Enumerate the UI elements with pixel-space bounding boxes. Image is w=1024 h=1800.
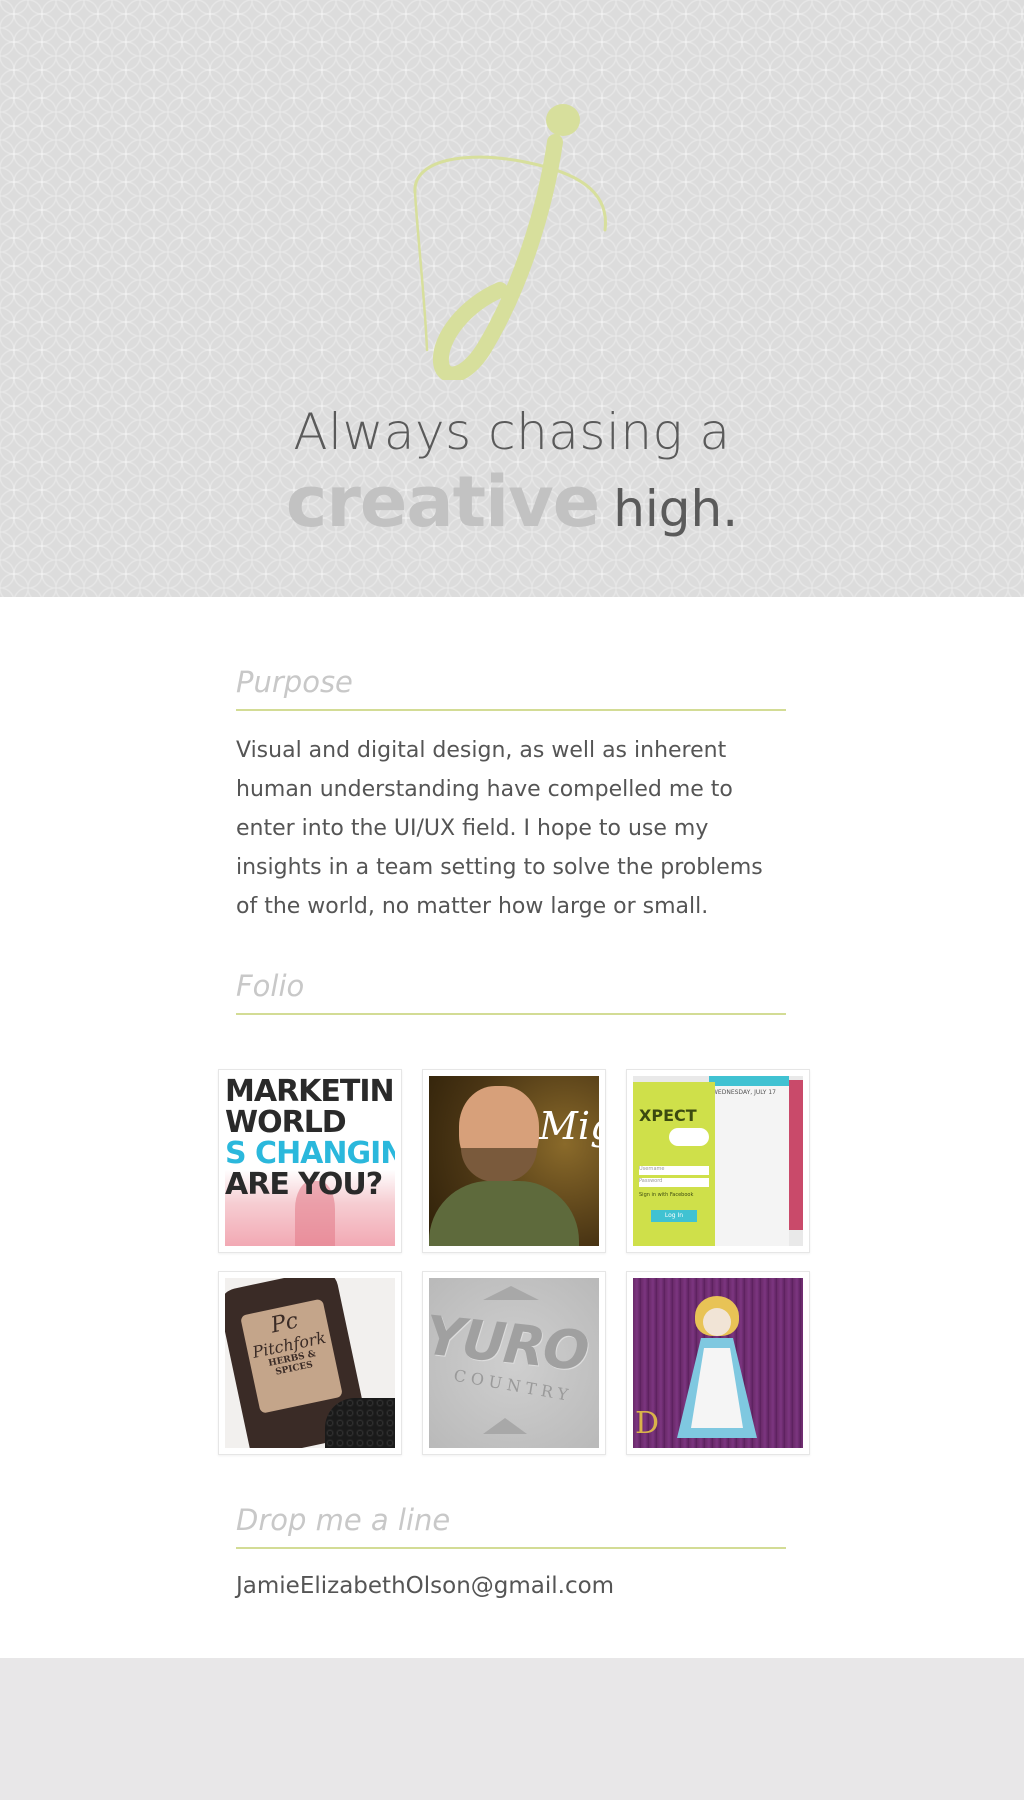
folio-item-pitchfork[interactable]: Pc Pitchfork HERBS & SPICES <box>218 1271 402 1455</box>
xpect-username: Username <box>639 1166 709 1175</box>
purpose-body: Visual and digital design, as well as in… <box>236 738 763 919</box>
yuro-wordmark: YURO <box>429 1303 591 1384</box>
marketing-thumbnail: MARKETING WORLD S CHANGING ARE YOU? <box>225 1076 395 1246</box>
cloud-shape <box>669 1128 709 1146</box>
marketing-line-2: WORLD <box>225 1105 347 1140</box>
hero-banner: Always chasing a creative high. <box>0 0 1024 597</box>
portrait-shirt <box>429 1181 579 1246</box>
marketing-line-1: MARKETING <box>225 1076 395 1109</box>
folio-item-alice[interactable]: D <box>626 1271 810 1455</box>
xpect-front-screen: XPECT Username Password Sign in with Fac… <box>633 1082 715 1246</box>
footer <box>0 1658 1024 1800</box>
xpect-facebook-link: Sign in with Facebook <box>639 1192 694 1198</box>
jar-label: Pc Pitchfork HERBS & SPICES <box>240 1298 344 1414</box>
folio-item-yuro[interactable]: YURO COUNTRY <box>422 1271 606 1455</box>
contact-heading: Drop me a line <box>236 1503 786 1549</box>
tagline-line-1: Always chasing a <box>293 403 731 461</box>
script-j-logo <box>413 104 607 380</box>
main-content: Purpose Visual and digital design, as we… <box>0 597 1024 1658</box>
folio-item-xpect[interactable]: WEDNESDAY, JULY 17 XPECT Username Passwo… <box>626 1069 810 1253</box>
xpect-thumbnail: WEDNESDAY, JULY 17 XPECT Username Passwo… <box>633 1076 803 1246</box>
xpect-brand: XPECT <box>639 1106 697 1125</box>
tagline-rest: high. <box>613 480 739 538</box>
portrait-thumbnail: Mig <box>429 1076 599 1246</box>
purpose-heading: Purpose <box>236 665 786 711</box>
email-link[interactable]: JamieElizabethOlson@gmail.com <box>236 1573 614 1599</box>
marketing-line-3: S CHANGING <box>225 1136 395 1171</box>
folio-item-portrait[interactable]: Mig <box>422 1069 606 1253</box>
xpect-mid-screen: WEDNESDAY, JULY 17 <box>709 1076 789 1246</box>
folio-item-marketing[interactable]: MARKETING WORLD S CHANGING ARE YOU? <box>218 1069 402 1253</box>
portrait-beard <box>461 1148 537 1182</box>
tagline-emphasis: creative <box>285 461 600 543</box>
peppercorns <box>325 1398 395 1448</box>
alice-letter: D <box>635 1406 660 1441</box>
yuro-bottom-mark <box>483 1418 527 1434</box>
alice-face <box>703 1308 731 1336</box>
marketing-line-4: ARE YOU? <box>225 1167 383 1202</box>
folio-grid: MARKETING WORLD S CHANGING ARE YOU? Mig <box>218 1069 810 1455</box>
xpect-login-button: Log In <box>651 1210 697 1222</box>
xpect-password: Password <box>639 1178 709 1187</box>
pitchfork-thumbnail: Pc Pitchfork HERBS & SPICES <box>225 1278 395 1448</box>
yuro-top-mark <box>483 1286 539 1300</box>
portrait-script-text: Mig <box>539 1104 599 1148</box>
yuro-thumbnail: YURO COUNTRY <box>429 1278 599 1448</box>
tagline-line-2: creative high. <box>0 462 1024 561</box>
xpect-date: WEDNESDAY, JULY 17 <box>712 1089 776 1096</box>
alice-thumbnail: D <box>633 1278 803 1448</box>
folio-heading: Folio <box>236 969 786 1015</box>
